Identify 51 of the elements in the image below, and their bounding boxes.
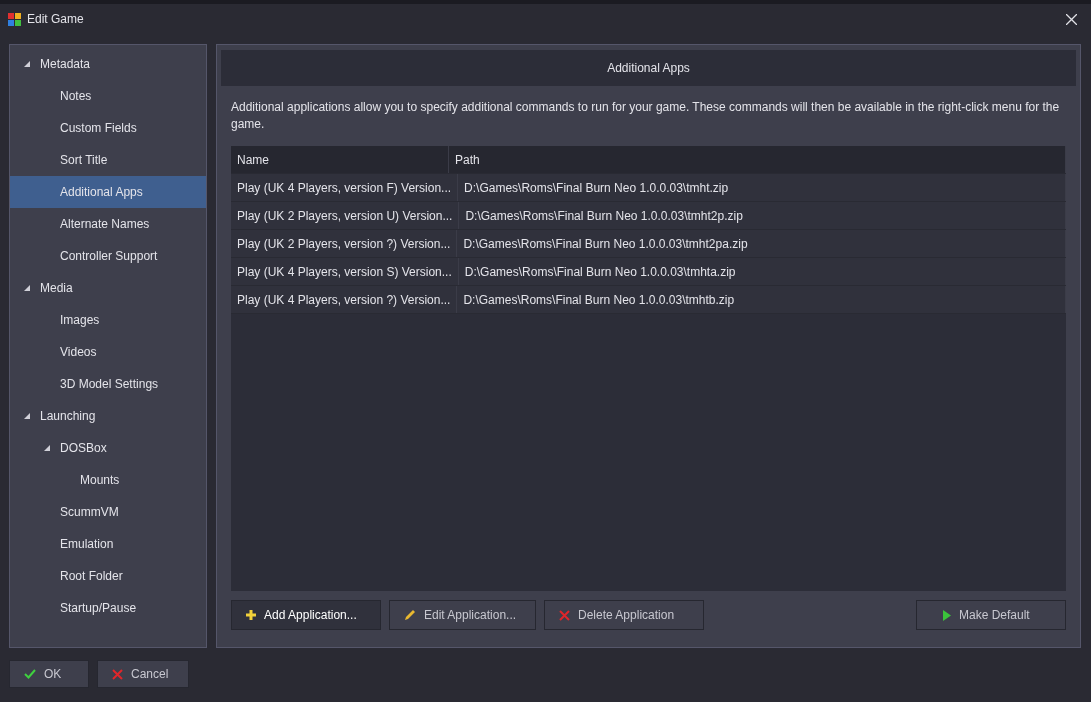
tree-item[interactable]: 3D Model Settings (10, 368, 206, 400)
column-header[interactable]: Path (449, 146, 1066, 173)
expanded-arrow-icon[interactable] (24, 413, 30, 419)
expanded-arrow-icon[interactable] (24, 61, 30, 67)
table-cell: D:\Games\Roms\Final Burn Neo 1.0.0.03\tmht.zip (458, 174, 1066, 201)
table-cell: D:\Games\Roms\Final Burn Neo 1.0.0.03\tmht2p.zip (459, 202, 1066, 229)
tree-item[interactable]: Media (10, 272, 206, 304)
table-cell: Play (UK 4 Players, version ?) Version... (231, 286, 458, 313)
pencil-icon (404, 609, 416, 621)
tree-item[interactable]: Notes (10, 80, 206, 112)
tree-item[interactable]: Custom Fields (10, 112, 206, 144)
table-cell: Play (UK 4 Players, version S) Version... (231, 258, 459, 285)
tree-item[interactable]: Emulation (10, 528, 206, 560)
tree-item[interactable]: Additional Apps (10, 176, 206, 208)
column-header[interactable]: Name (231, 146, 449, 173)
tree-item[interactable]: Mounts (10, 464, 206, 496)
edit-application-button[interactable]: Edit Application... (389, 600, 536, 630)
description-text: Additional applications allow you to specify additional commands to run for your game. These commands will then be available in the right-click menu for the game. (231, 99, 1061, 133)
tree-item[interactable]: Videos (10, 336, 206, 368)
tree-item[interactable]: Root Folder (10, 560, 206, 592)
plus-icon (246, 610, 256, 620)
table-cell: Play (UK 2 Players, version U) Version... (231, 202, 460, 229)
expanded-arrow-icon[interactable] (24, 285, 30, 291)
table-cell: D:\Games\Roms\Final Burn Neo 1.0.0.03\tmhta.zip (458, 258, 1066, 285)
table-cell: D:\Games\Roms\Final Burn Neo 1.0.0.03\tmhtb.zip (457, 286, 1066, 313)
tree-item[interactable]: Alternate Names (10, 208, 206, 240)
play-icon (943, 609, 951, 621)
make-default-button[interactable]: Make Default (916, 600, 1066, 630)
tree-item[interactable]: Controller Support (10, 240, 206, 272)
tree-item[interactable]: Metadata (10, 48, 206, 80)
tree-item[interactable]: Sort Title (10, 144, 206, 176)
cross-icon (559, 609, 570, 621)
add-application-button[interactable]: Add Application... (231, 600, 381, 630)
cross-icon (112, 668, 123, 680)
tree-item[interactable]: Images (10, 304, 206, 336)
table-cell: D:\Games\Roms\Final Burn Neo 1.0.0.03\tmht2pa.zip (457, 230, 1066, 257)
tree-item[interactable]: Startup/Pause (10, 592, 206, 624)
cube-logo-icon (8, 12, 21, 26)
delete-application-button[interactable]: Delete Application (544, 600, 704, 630)
close-icon[interactable] (1066, 13, 1077, 25)
panel-header: Additional Apps (221, 50, 1076, 86)
table-cell: Play (UK 2 Players, version ?) Version... (231, 230, 458, 257)
tree-item[interactable]: DOSBox (10, 432, 206, 464)
expanded-arrow-icon[interactable] (44, 445, 50, 451)
check-icon (24, 669, 36, 679)
window-title: Edit Game (27, 12, 84, 26)
cancel-button[interactable]: Cancel (97, 660, 189, 688)
tree-item[interactable]: ScummVM (10, 496, 206, 528)
tree-item[interactable]: Launching (10, 400, 206, 432)
ok-button[interactable]: OK (9, 660, 89, 688)
table-cell: Play (UK 4 Players, version F) Version... (231, 174, 459, 201)
